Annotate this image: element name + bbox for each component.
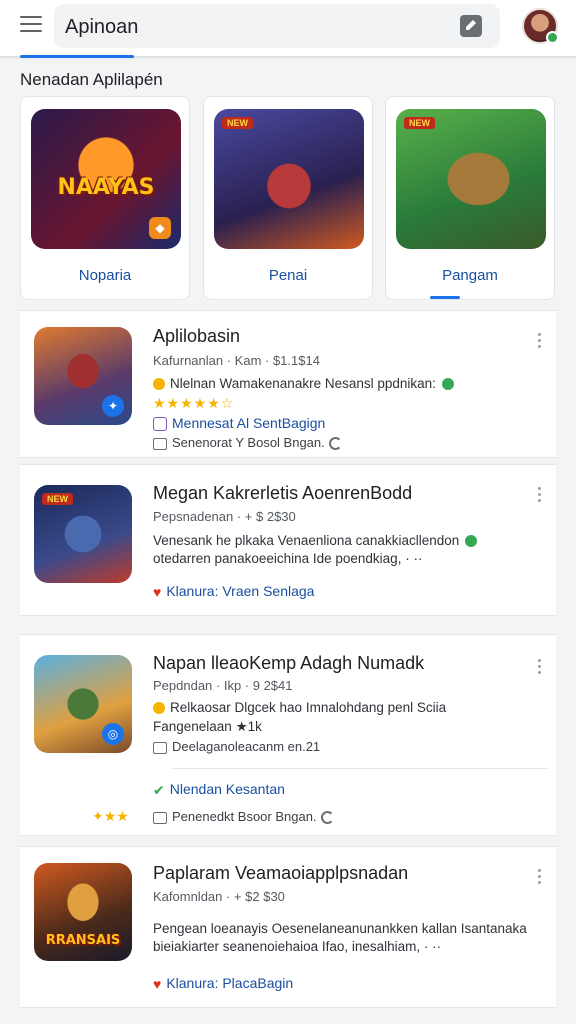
refresh-icon [320, 811, 334, 825]
more-options-icon[interactable] [536, 659, 542, 677]
item-title[interactable]: Megan Kakrerletis AoenrenBodd [153, 483, 412, 504]
avatar[interactable] [522, 8, 559, 44]
tab-indicator [20, 55, 134, 58]
side-stars-icon: ✦★★ [92, 808, 129, 824]
game-icon-image: RRANSAIS [34, 863, 132, 961]
game-icon-image: ✦ [34, 327, 132, 425]
coin-icon [153, 702, 165, 715]
game-art-title: NAAYAS [57, 175, 155, 200]
item-link[interactable]: Mennesat Al SentBagign [172, 415, 325, 431]
heart-icon: ♥ [153, 584, 162, 601]
top-app-bar: Apinoan [0, 0, 576, 56]
search-input[interactable]: Apinoan [54, 4, 500, 48]
item-note: Senenorat Y Bosol Bngan. [172, 435, 325, 450]
verified-icon [465, 535, 478, 548]
coin-icon [153, 378, 165, 391]
list-item[interactable]: ◎ Napan lleaoKemp Adagh Numadk Pepdndan … [20, 634, 556, 836]
item-title[interactable]: Napan lleaoKemp Adagh Numadk [153, 653, 424, 674]
game-icon-image: NEW [34, 485, 132, 583]
game-tag-badge: NEW [222, 117, 253, 129]
game-tag-badge: NEW [404, 117, 435, 129]
badge-icon: ◆ [149, 217, 171, 239]
hamburger-menu-icon[interactable] [20, 16, 42, 34]
box-icon [153, 811, 167, 824]
box-icon [153, 741, 167, 754]
more-options-icon[interactable] [536, 333, 542, 351]
item-meta: Pepdndan · Ikp · 9 2$41 [153, 678, 293, 693]
search-text[interactable]: Apinoan [65, 16, 138, 39]
item-note-2: Penenedkt Bsoor Bngan. [172, 809, 317, 824]
item-title[interactable]: Paplaram Veamaoiapplpsnadan [153, 863, 408, 884]
item-meta: Kafomnldan · + $2 $30 [153, 889, 285, 904]
item-meta: Pepsnadenan · + $ 2$30 [153, 509, 296, 524]
box-icon [153, 437, 167, 450]
selected-indicator [430, 296, 460, 299]
item-description: Venesank he plkaka Venaenliona canakkiac… [153, 533, 460, 548]
heart-icon: ♥ [153, 976, 162, 993]
featured-card-label: Pangam [442, 267, 498, 284]
item-link[interactable]: Nlendan Kesantan [170, 781, 285, 797]
item-description-2: otedarren panakoeeichina Ide poendkiag, … [153, 551, 423, 566]
featured-card-label: Penai [268, 267, 308, 284]
list-item[interactable]: ✦ Aplilobasin Kafurnanlan · Kam · $1.1$1… [20, 310, 556, 458]
item-description: Relkaosar Dlgcek hao Imnalohdang penl Sc… [170, 700, 447, 715]
edit-icon[interactable] [460, 15, 482, 37]
tag-icon [153, 417, 167, 432]
section-title: Nenadan Aplilapén [20, 70, 163, 89]
check-icon: ✔ [153, 781, 165, 798]
item-description-2: bieiakiarter seanenoiehaioa Ifao, inesal… [153, 939, 442, 954]
item-note: Deelaganoleacanm en.21 [172, 739, 321, 754]
item-description: Pengean loeanayis Oesenelaneanunankken k… [153, 921, 527, 936]
badge-icon: ◎ [102, 723, 124, 745]
item-title[interactable]: Aplilobasin [153, 326, 240, 347]
game-icon-image: ◎ [34, 655, 132, 753]
featured-card-label: Noparia [78, 267, 132, 284]
featured-card-2[interactable]: NEW Penai [203, 96, 373, 300]
item-link[interactable]: Klanura: PlacaBagin [166, 975, 293, 991]
featured-card-3[interactable]: NEW Pangam [385, 96, 555, 300]
more-options-icon[interactable] [536, 487, 542, 505]
list-item[interactable]: RRANSAIS Paplaram Veamaoiapplpsnadan Kaf… [20, 846, 556, 1008]
more-options-icon[interactable] [536, 869, 542, 887]
item-link[interactable]: Klanura: Vraen Senlaga [166, 583, 314, 599]
item-meta: Kafurnanlan · Kam · $1.1$14 [153, 353, 320, 368]
badge-icon: ✦ [102, 395, 124, 417]
game-art-image: NEW [214, 109, 364, 249]
list-item[interactable]: NEW Megan Kakrerletis AoenrenBodd Pepsna… [20, 464, 556, 616]
item-description: Nlelnan Wamakenanakre Nesansl ppdnikan: [170, 376, 436, 391]
game-art-image: NEW [396, 109, 546, 249]
game-art-title: RRANSAIS [45, 933, 121, 948]
verified-icon [441, 378, 454, 391]
rating-stars: ★★★★★☆ [153, 395, 235, 411]
featured-card-1[interactable]: NAAYAS ◆ Noparia [20, 96, 190, 300]
divider [173, 768, 548, 769]
refresh-icon [328, 437, 342, 451]
game-art-image: NAAYAS ◆ [31, 109, 181, 249]
item-description-2: Fangenelaan ★1k [153, 719, 262, 734]
online-status-dot [546, 31, 559, 44]
game-tag-badge: NEW [42, 493, 73, 505]
